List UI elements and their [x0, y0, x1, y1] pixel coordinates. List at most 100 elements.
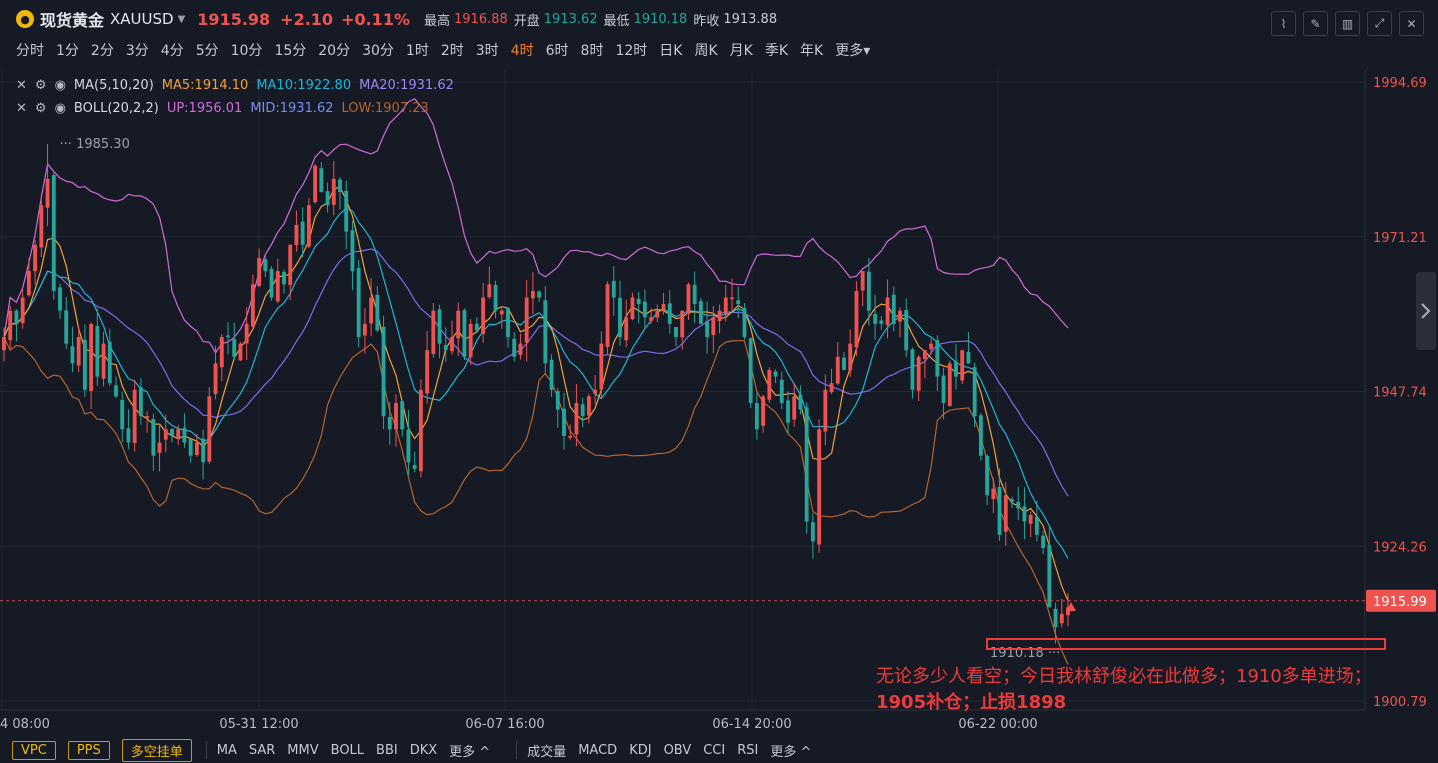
boll-lower-line — [3, 336, 1069, 665]
period-17[interactable]: 日K — [659, 40, 682, 60]
period-8[interactable]: 20分 — [318, 40, 350, 60]
period-19[interactable]: 月K — [730, 40, 753, 60]
ma20-value: MA20:1931.62 — [359, 78, 454, 93]
candle-body-52 — [325, 191, 330, 206]
close-icon[interactable]: ✕ — [1399, 11, 1424, 36]
eye-icon[interactable]: ◉ — [55, 74, 66, 97]
candle-body-17 — [107, 341, 112, 384]
candle-body-36 — [226, 335, 230, 338]
period-5[interactable]: 5分 — [196, 40, 219, 60]
period-13[interactable]: 4时 — [511, 40, 534, 60]
indicator-tab-1-5[interactable]: RSI — [737, 743, 758, 758]
candle-body-37 — [232, 339, 237, 357]
indicator-tab-0-5[interactable]: DKX — [410, 743, 437, 758]
period-21[interactable]: 年K — [800, 40, 823, 60]
eye-icon[interactable]: ◉ — [55, 97, 66, 120]
candle-body-145 — [904, 310, 909, 351]
candle-body-84 — [524, 297, 529, 343]
draw-pen-icon[interactable]: ✎ — [1303, 11, 1328, 36]
candle-body-117 — [730, 297, 734, 300]
chart-grid — [0, 70, 1366, 711]
candle-body-125 — [779, 379, 784, 403]
candle-style-icon[interactable]: ▥ — [1335, 11, 1360, 36]
indicator-tab-1-4[interactable]: CCI — [703, 743, 725, 758]
period-12[interactable]: 3时 — [476, 40, 499, 60]
period-14[interactable]: 6时 — [546, 40, 569, 60]
candle-body-19 — [120, 399, 125, 430]
time-axis: 4 08:00 05-31 12:00 06-07 16:00 06-14 20:00… — [0, 717, 1038, 732]
boll-bands — [3, 97, 1069, 665]
indicator-tab-0-0[interactable]: MA — [217, 743, 237, 758]
period-0[interactable]: 分时 — [16, 40, 44, 60]
indicator-tab-1-2[interactable]: KDJ — [629, 743, 651, 758]
candle-body-83 — [518, 343, 523, 355]
indicator-tab-0-6[interactable]: 更多 ^ — [449, 741, 490, 760]
remove-icon[interactable]: ✕ — [16, 97, 27, 120]
candle-body-98 — [611, 280, 616, 298]
indicator-tab-0-2[interactable]: MMV — [287, 743, 318, 758]
period-6[interactable]: 10分 — [231, 40, 263, 60]
candle-body-158 — [985, 455, 990, 496]
instrument-symbol[interactable]: XAUUSD — [110, 10, 174, 28]
candle-body-44 — [275, 271, 280, 302]
indicator-icon[interactable]: ⌇ — [1271, 11, 1296, 36]
period-18[interactable]: 周K — [694, 40, 717, 60]
remove-icon[interactable]: ✕ — [16, 74, 27, 97]
candles — [2, 143, 1070, 644]
y-tick-3: 1924.26 — [1373, 540, 1427, 555]
indicator-tab-0-3[interactable]: BOLL — [331, 743, 364, 758]
boll-low-value: LOW:1907.23 — [341, 101, 429, 116]
indicator-tab-1-3[interactable]: OBV — [664, 743, 692, 758]
settings-icon[interactable]: ⚙ — [35, 97, 47, 120]
period-16[interactable]: 12时 — [615, 40, 647, 60]
period-11[interactable]: 2时 — [441, 40, 464, 60]
candle-body-53 — [331, 178, 336, 205]
candle-body-124 — [773, 371, 778, 377]
candle-body-22 — [138, 387, 143, 417]
candle-body-35 — [219, 337, 224, 368]
period-7[interactable]: 15分 — [274, 40, 306, 60]
candle-body-62 — [387, 417, 392, 430]
settings-icon[interactable]: ⚙ — [35, 74, 47, 97]
candle-body-129 — [804, 407, 809, 522]
ma10-value: MA10:1922.80 — [256, 78, 352, 93]
period-22[interactable]: 更多▾ — [835, 40, 870, 60]
candle-body-56 — [350, 230, 355, 272]
candle-body-58 — [362, 323, 367, 336]
period-4[interactable]: 4分 — [161, 40, 184, 60]
candle-body-26 — [163, 429, 168, 440]
candle-body-57 — [356, 268, 361, 338]
period-20[interactable]: 季K — [765, 40, 788, 60]
x-tick-4: 06-22 00:00 — [958, 717, 1037, 732]
period-2[interactable]: 2分 — [91, 40, 114, 60]
candle-body-103 — [642, 301, 647, 318]
candle-body-50 — [313, 165, 318, 203]
y-tick-0: 1994.69 — [1373, 76, 1427, 91]
candlestick-chart[interactable]: 1994.691971.211947.741924.261900.79 4 08… — [0, 66, 1438, 737]
indicator-tab-1-1[interactable]: MACD — [578, 743, 617, 758]
indicator-tab-0-1[interactable]: SAR — [249, 743, 275, 758]
instrument-name[interactable]: 现货黄金 — [40, 7, 104, 31]
candle-body-78 — [487, 284, 492, 298]
bottom-button-0[interactable]: VPC — [12, 740, 56, 760]
period-1[interactable]: 1分 — [56, 40, 79, 60]
indicator-tab-1-6[interactable]: 更多 ^ — [770, 741, 811, 760]
bottom-button-1[interactable]: PPS — [67, 740, 110, 760]
period-3[interactable]: 3分 — [126, 40, 149, 60]
candle-body-14 — [89, 323, 94, 391]
boll-mid-value: MID:1931.62 — [250, 101, 334, 116]
candle-body-128 — [798, 394, 803, 410]
indicator-tab-1-0[interactable]: 成交量 — [527, 741, 566, 760]
bottom-button-2[interactable]: 多空挂单 — [121, 738, 192, 762]
candle-body-21 — [132, 389, 137, 444]
chevron-down-icon[interactable]: ▼ — [178, 14, 186, 25]
candle-body-134 — [835, 356, 840, 384]
candle-body-48 — [300, 221, 305, 245]
candle-body-24 — [151, 419, 156, 456]
candle-body-149 — [929, 343, 934, 350]
period-9[interactable]: 30分 — [362, 40, 394, 60]
period-15[interactable]: 8时 — [581, 40, 604, 60]
fullscreen-icon[interactable]: ⤢ — [1367, 11, 1392, 36]
indicator-tab-0-4[interactable]: BBI — [376, 743, 398, 758]
period-10[interactable]: 1时 — [406, 40, 429, 60]
